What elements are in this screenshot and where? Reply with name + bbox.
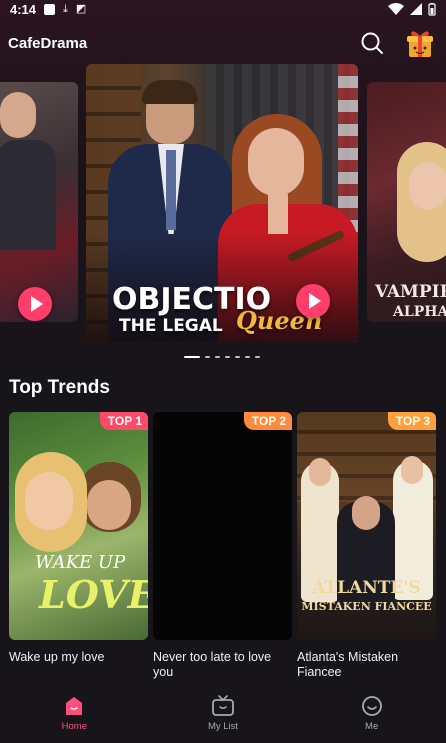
play-icon bbox=[30, 296, 43, 312]
play-button[interactable] bbox=[18, 287, 52, 321]
nav-me[interactable]: Me bbox=[322, 695, 422, 732]
signal-icon bbox=[410, 3, 422, 15]
gift-button[interactable] bbox=[402, 25, 438, 61]
indicator-dot bbox=[184, 356, 200, 358]
banner-subtitle: THE LEGAL bbox=[119, 316, 223, 336]
notification-icon bbox=[44, 3, 56, 15]
app-title: CafeDrama bbox=[8, 34, 88, 52]
drama-poster[interactable]: WAKE UP LOVE TOP 1 bbox=[9, 412, 148, 640]
indicator-dot bbox=[235, 356, 240, 358]
banner-carousel[interactable]: OBJECTIO THE LEGAL Queen VAMPIR ALPHA bbox=[0, 64, 446, 344]
search-button[interactable] bbox=[358, 29, 386, 57]
status-bar: 4:14 ⤓ ◩ bbox=[0, 0, 446, 18]
banner-artwork bbox=[409, 162, 446, 210]
status-time: 4:14 bbox=[10, 1, 37, 17]
banner-card-featured[interactable]: OBJECTIO THE LEGAL Queen bbox=[86, 64, 358, 342]
indicator-dot bbox=[245, 356, 250, 358]
download-icon: ⤓ bbox=[63, 2, 68, 15]
drama-title[interactable]: Atlanta's Mistaken Fiancee bbox=[297, 650, 436, 680]
drama-title[interactable]: Wake up my love bbox=[9, 650, 148, 665]
poster-title: WAKE UP bbox=[35, 552, 126, 573]
carousel-indicator bbox=[184, 356, 260, 358]
nav-home[interactable]: Home bbox=[24, 695, 124, 732]
banner-artwork bbox=[0, 92, 36, 138]
banner-card-previous[interactable] bbox=[0, 82, 78, 322]
drama-title[interactable]: Never too late to love you bbox=[153, 650, 292, 680]
drama-card[interactable]: WAKE UP LOVE TOP 1 Wake up my love bbox=[9, 412, 148, 665]
top-trends-list: WAKE UP LOVE TOP 1 Wake up my love TOP 2… bbox=[9, 412, 437, 682]
drama-poster[interactable]: ATLANTE'S MISTAKEN FIANCEE TOP 3 bbox=[297, 412, 436, 640]
rank-badge: TOP 3 bbox=[387, 412, 436, 430]
nav-label: My List bbox=[207, 721, 239, 732]
tv-icon bbox=[212, 695, 234, 716]
section-title: Top Trends bbox=[9, 377, 110, 398]
drama-card[interactable]: ATLANTE'S MISTAKEN FIANCEE TOP 3 Atlanta… bbox=[297, 412, 436, 680]
poster-title: LOVE bbox=[39, 572, 148, 617]
banner-card-next[interactable]: VAMPIR ALPHA bbox=[367, 82, 446, 322]
app-notification-icon: ◩ bbox=[75, 2, 87, 15]
indicator-dot bbox=[225, 356, 230, 358]
rank-badge: TOP 2 bbox=[243, 412, 292, 430]
drama-card[interactable]: TOP 2 Never too late to love you bbox=[153, 412, 292, 680]
nav-label: Home bbox=[61, 721, 87, 732]
banner-subtitle: ALPHA bbox=[393, 304, 446, 320]
poster-title: MISTAKEN FIANCEE bbox=[301, 600, 432, 613]
app-header: CafeDrama bbox=[0, 22, 446, 64]
wifi-icon bbox=[388, 3, 404, 15]
poster-title: ATLANTE'S bbox=[312, 578, 421, 598]
gift-icon bbox=[407, 31, 433, 57]
nav-my-list[interactable]: My List bbox=[173, 695, 273, 732]
smile-icon bbox=[361, 696, 382, 716]
search-icon bbox=[361, 32, 383, 54]
play-icon bbox=[308, 293, 321, 309]
indicator-dot bbox=[255, 356, 260, 358]
banner-artwork bbox=[0, 140, 56, 250]
drama-poster[interactable]: TOP 2 bbox=[153, 412, 292, 640]
home-icon bbox=[66, 697, 83, 715]
nav-label: Me bbox=[365, 721, 379, 732]
bottom-nav: Home My List Me bbox=[0, 684, 446, 743]
indicator-dot bbox=[205, 356, 210, 358]
banner-title: VAMPIR bbox=[375, 282, 446, 302]
rank-badge: TOP 1 bbox=[99, 412, 148, 430]
battery-icon bbox=[428, 2, 436, 16]
play-button[interactable] bbox=[296, 284, 330, 318]
indicator-dot bbox=[215, 356, 220, 358]
